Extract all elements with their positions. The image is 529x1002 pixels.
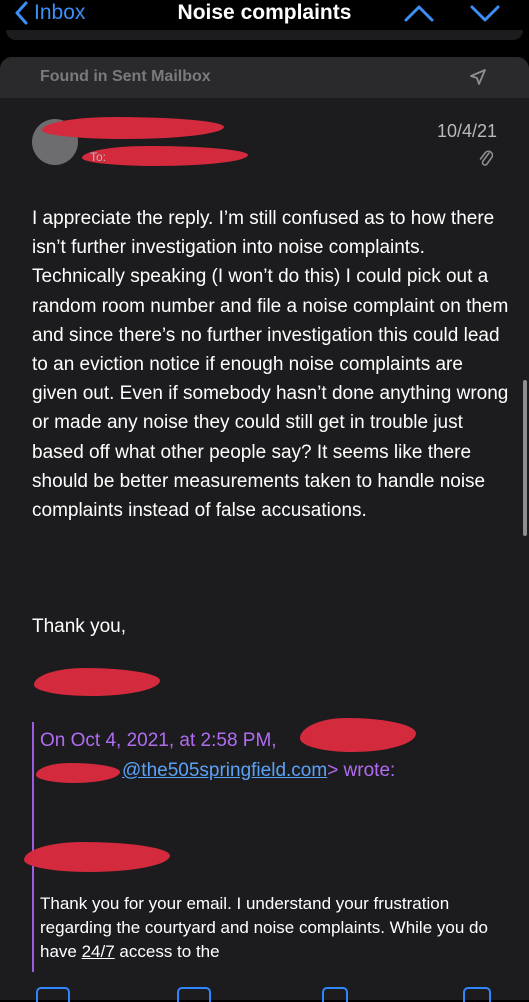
- paperclip-icon: [479, 150, 494, 166]
- sender-email-link[interactable]: @the505springfield.com: [122, 760, 327, 781]
- chevron-down-icon[interactable]: [469, 2, 501, 24]
- message-date: 10/4/21: [436, 121, 497, 141]
- scrollbar[interactable]: [523, 380, 527, 536]
- bottom-toolbar: [0, 984, 529, 1000]
- send-icon: [470, 69, 486, 85]
- access-hours[interactable]: 24/7: [82, 942, 115, 961]
- previous-message-edge: [6, 30, 523, 40]
- message-closing: Thank you,: [32, 616, 126, 637]
- found-in-sent-banner[interactable]: Found in Sent Mailbox: [0, 57, 529, 98]
- chevron-up-icon[interactable]: [403, 2, 435, 24]
- quote-header-line1: On Oct 4, 2021, at 2:58 PM,: [40, 730, 277, 751]
- banner-text: Found in Sent Mailbox: [40, 68, 211, 85]
- message-body: I appreciate the reply. I’m still confus…: [32, 208, 509, 522]
- to-prefix: To:: [90, 150, 107, 164]
- quoted-body: Thank you for your email. I understand y…: [40, 894, 488, 961]
